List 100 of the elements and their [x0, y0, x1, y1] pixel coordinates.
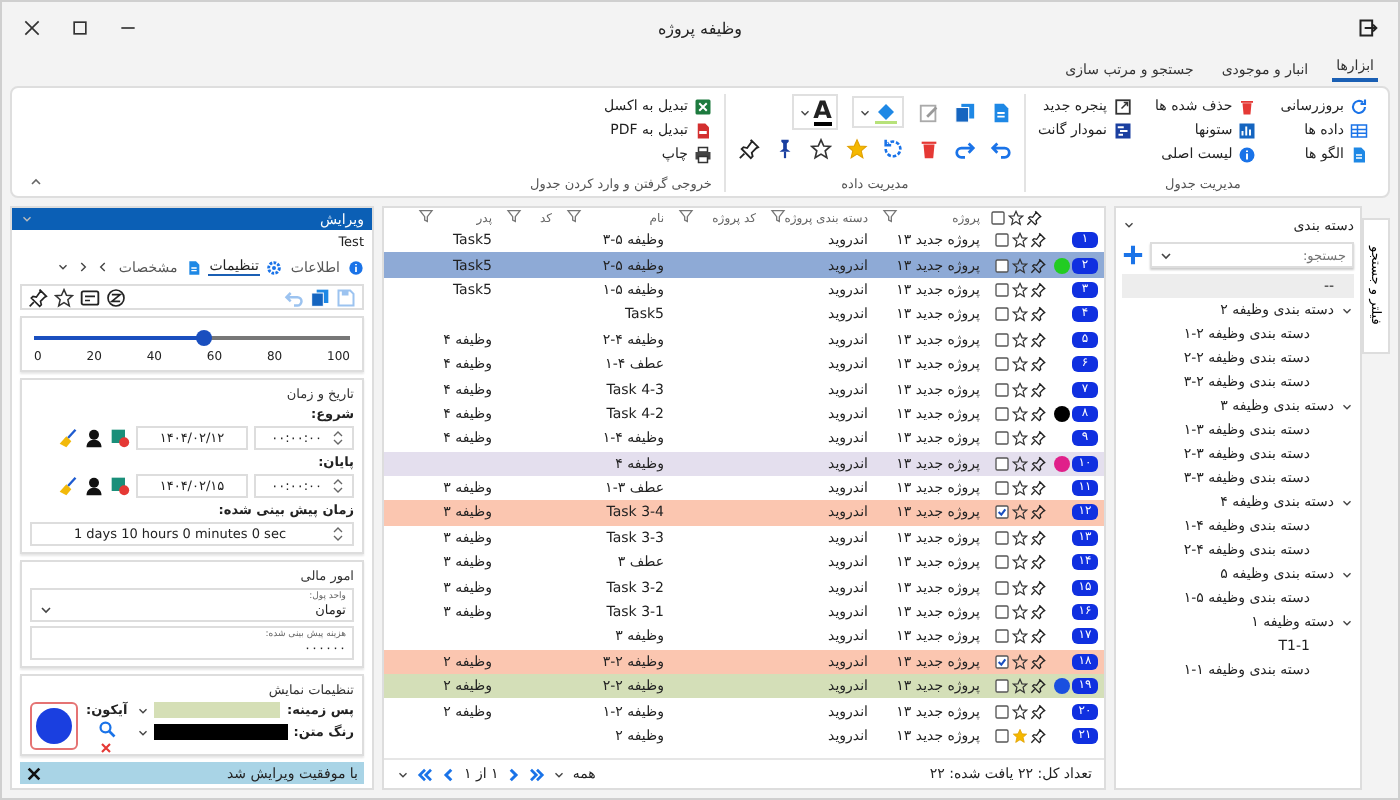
checkbox[interactable] — [994, 604, 1010, 621]
pin-icon[interactable] — [1030, 257, 1046, 274]
chevron-down-icon[interactable] — [857, 105, 872, 119]
star-icon[interactable] — [1012, 529, 1028, 546]
checkbox[interactable] — [994, 232, 1010, 249]
checkbox[interactable] — [994, 504, 1010, 521]
chevron-right-icon[interactable] — [504, 765, 523, 783]
star-icon[interactable] — [54, 287, 74, 307]
pin-icon[interactable] — [1030, 529, 1046, 546]
person-icon[interactable] — [84, 428, 104, 448]
slider-thumb[interactable] — [196, 330, 213, 346]
broom-icon[interactable] — [58, 476, 78, 496]
star-icon[interactable] — [1012, 331, 1028, 348]
undo-icon[interactable] — [989, 138, 1012, 160]
filter-icon[interactable] — [418, 208, 434, 224]
star-icon[interactable] — [1012, 628, 1028, 645]
star-icon[interactable] — [1012, 405, 1028, 422]
star-icon[interactable] — [1012, 232, 1028, 249]
filter-icon[interactable] — [506, 208, 522, 224]
pin-icon[interactable] — [28, 287, 48, 307]
document-icon[interactable] — [989, 101, 1012, 123]
checkbox[interactable] — [994, 381, 1010, 398]
checkbox[interactable] — [994, 356, 1010, 373]
paint-bucket-icon[interactable] — [873, 100, 898, 124]
pin-icon[interactable] — [1030, 306, 1046, 323]
pin-icon[interactable] — [1030, 281, 1046, 298]
copy-icon[interactable] — [953, 101, 976, 123]
pin-icon[interactable] — [1030, 232, 1046, 249]
double-chevron-right-icon[interactable] — [528, 765, 547, 783]
checkbox[interactable] — [994, 628, 1010, 645]
star-icon[interactable] — [1012, 281, 1028, 298]
checkbox[interactable] — [994, 405, 1010, 422]
checkbox[interactable] — [994, 653, 1010, 670]
redo-icon[interactable] — [953, 138, 976, 160]
calendar-icon[interactable] — [110, 476, 130, 496]
star-icon[interactable] — [1012, 604, 1028, 621]
close-icon[interactable] — [26, 765, 42, 781]
pencil-icon[interactable] — [917, 101, 940, 123]
star-icon[interactable] — [1012, 430, 1028, 447]
rotate-icon[interactable] — [881, 138, 904, 160]
star-icon[interactable] — [1012, 554, 1028, 571]
chevron-down-icon[interactable] — [552, 767, 567, 781]
star-icon[interactable] — [1012, 703, 1028, 720]
pin-icon[interactable] — [737, 138, 760, 160]
chevron-left-icon[interactable] — [440, 765, 458, 783]
filter-icon[interactable] — [770, 208, 786, 224]
pin-icon[interactable] — [1030, 405, 1046, 422]
pin-icon[interactable] — [1030, 554, 1046, 571]
person-icon[interactable] — [84, 476, 104, 496]
chevron-down-icon[interactable] — [1158, 247, 1174, 263]
search-icon[interactable] — [97, 720, 116, 738]
checkbox[interactable] — [994, 331, 1010, 348]
pin-icon[interactable] — [1030, 356, 1046, 373]
star-icon[interactable] — [845, 138, 868, 160]
checkbox[interactable] — [994, 281, 1010, 298]
clear-icon[interactable] — [106, 287, 126, 307]
checkbox[interactable] — [994, 306, 1010, 323]
star-icon[interactable] — [1012, 728, 1028, 744]
maximize-icon[interactable] — [70, 18, 90, 38]
plus-icon[interactable] — [1122, 244, 1144, 266]
copy-icon[interactable] — [310, 287, 330, 307]
chevron-down-icon[interactable] — [396, 767, 410, 781]
star-icon[interactable] — [1012, 381, 1028, 398]
star-icon[interactable] — [1012, 306, 1028, 323]
checkbox[interactable] — [994, 703, 1010, 720]
checkbox[interactable] — [994, 728, 1010, 744]
checkbox[interactable] — [994, 554, 1010, 571]
pin-icon[interactable] — [1030, 703, 1046, 720]
star-icon[interactable] — [1012, 480, 1028, 497]
chevron-down-icon[interactable] — [56, 260, 71, 274]
broom-icon[interactable] — [58, 428, 78, 448]
pin-icon[interactable] — [1030, 381, 1046, 398]
chevron-down-icon[interactable] — [797, 105, 812, 119]
pin-icon[interactable] — [1030, 728, 1046, 744]
pin-icon[interactable] — [1030, 430, 1046, 447]
pin-icon[interactable] — [1030, 604, 1046, 621]
star-icon[interactable] — [1012, 356, 1028, 373]
pin-icon[interactable] — [1030, 579, 1046, 596]
star-icon[interactable] — [809, 138, 832, 160]
checkbox[interactable] — [994, 678, 1010, 695]
chevron-right-icon[interactable] — [76, 260, 91, 274]
star-icon[interactable] — [1012, 678, 1028, 695]
filter-icon[interactable] — [678, 208, 694, 224]
card-icon[interactable] — [80, 287, 100, 307]
checkbox[interactable] — [994, 529, 1010, 546]
double-chevron-left-icon[interactable] — [416, 765, 434, 783]
checkbox[interactable] — [994, 257, 1010, 274]
chevron-down-icon[interactable] — [1122, 218, 1136, 232]
select-all-checkbox[interactable] — [990, 210, 1006, 226]
trash-icon[interactable] — [917, 138, 940, 160]
close-icon[interactable] — [22, 18, 42, 38]
chevron-up-icon[interactable] — [28, 174, 44, 190]
star-icon[interactable] — [1012, 579, 1028, 596]
star-icon[interactable] — [1012, 455, 1028, 472]
pin-icon[interactable] — [1030, 678, 1046, 695]
checkbox[interactable] — [994, 579, 1010, 596]
filter-icon[interactable] — [882, 208, 898, 224]
checkbox[interactable] — [994, 480, 1010, 497]
star-icon[interactable] — [1012, 504, 1028, 521]
star-icon[interactable] — [1012, 257, 1028, 274]
